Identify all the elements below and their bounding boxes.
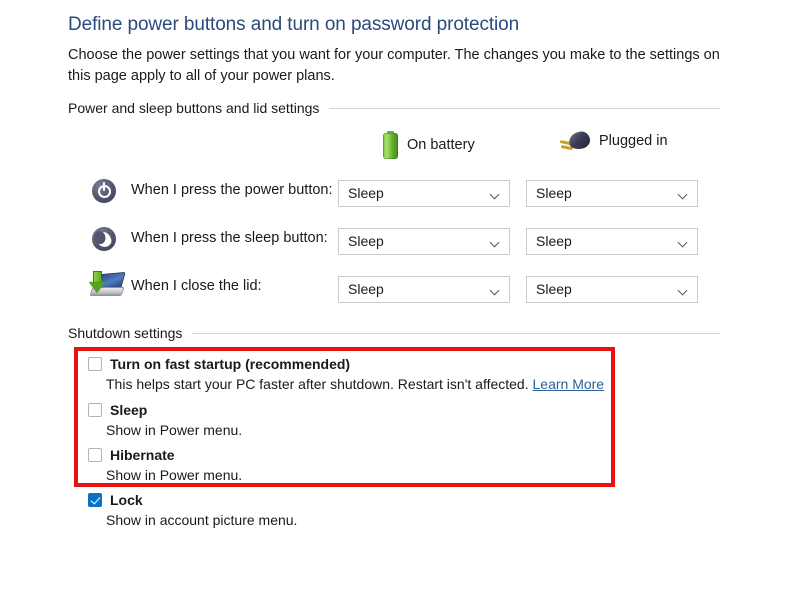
dropdown-value: Sleep: [348, 233, 384, 249]
dropdown-close-lid-plugged-in[interactable]: Sleep: [526, 276, 698, 303]
page-intro-text: Choose the power settings that you want …: [68, 47, 720, 84]
dropdown-power-button-plugged-in[interactable]: Sleep: [526, 180, 698, 207]
page-title: Define power buttons and turn on passwor…: [68, 14, 520, 35]
checkbox-box: [88, 357, 102, 371]
description-sleep: Show in Power menu.: [106, 422, 242, 438]
dropdown-value: Sleep: [348, 281, 384, 297]
group-header-shutdown-settings: Shutdown settings: [68, 325, 720, 341]
setting-row-power-button-label: When I press the power button:: [131, 182, 333, 198]
chevron-down-icon: [491, 239, 500, 245]
chevron-down-icon: [679, 191, 688, 197]
description-text: Show in account picture menu.: [106, 512, 298, 528]
setting-row-sleep-button-label: When I press the sleep button:: [131, 230, 328, 246]
checkbox-box: [88, 403, 102, 417]
checkbox-label: Lock: [110, 492, 143, 508]
group-header-shutdown-label: Shutdown settings: [68, 325, 183, 341]
dropdown-close-lid-on-battery[interactable]: Sleep: [338, 276, 510, 303]
laptop-lid-icon: [88, 271, 125, 305]
chevron-down-icon: [491, 287, 500, 293]
power-plug-icon: [559, 129, 592, 152]
description-text: Show in Power menu.: [106, 467, 243, 483]
dropdown-value: Sleep: [536, 281, 572, 297]
group-header-divider: [329, 107, 720, 109]
dropdown-sleep-button-plugged-in[interactable]: Sleep: [526, 228, 698, 255]
chevron-down-icon: [679, 239, 688, 245]
description-text: This helps start your PC faster after sh…: [106, 376, 529, 392]
sleep-button-icon: [88, 223, 122, 257]
dropdown-sleep-button-on-battery[interactable]: Sleep: [338, 228, 510, 255]
description-text: Show in Power menu.: [106, 422, 243, 438]
power-options-page: Define power buttons and turn on passwor…: [0, 0, 800, 614]
column-header-plugged-in: Plugged in: [559, 129, 668, 152]
checkbox-box: [88, 448, 102, 462]
battery-icon: [383, 131, 398, 159]
checkbox-label: Hibernate: [110, 447, 175, 463]
group-header-power-label: Power and sleep buttons and lid settings: [68, 100, 320, 116]
checkbox-label: Sleep: [110, 402, 148, 418]
checkbox-label: Turn on fast startup (recommended): [110, 356, 351, 372]
chevron-down-icon: [491, 191, 500, 197]
dropdown-value: Sleep: [348, 185, 384, 201]
column-header-plugged-in-label: Plugged in: [599, 133, 668, 149]
dropdown-power-button-on-battery[interactable]: Sleep: [338, 180, 510, 207]
chevron-down-icon: [679, 287, 688, 293]
group-header-power-and-sleep: Power and sleep buttons and lid settings: [68, 100, 720, 116]
description-hibernate: Show in Power menu.: [106, 467, 242, 483]
group-header-divider: [192, 332, 720, 334]
dropdown-value: Sleep: [536, 233, 572, 249]
learn-more-link[interactable]: Learn More: [533, 376, 605, 392]
checkbox-box: [88, 493, 102, 507]
power-button-icon: [88, 175, 122, 209]
setting-row-close-lid-label: When I close the lid:: [131, 278, 262, 294]
dropdown-value: Sleep: [536, 185, 572, 201]
column-header-on-battery: On battery: [383, 131, 475, 159]
column-header-on-battery-label: On battery: [407, 137, 475, 153]
description-lock: Show in account picture menu.: [106, 512, 297, 528]
description-turn-on-fast-startup: This helps start your PC faster after sh…: [106, 376, 604, 392]
